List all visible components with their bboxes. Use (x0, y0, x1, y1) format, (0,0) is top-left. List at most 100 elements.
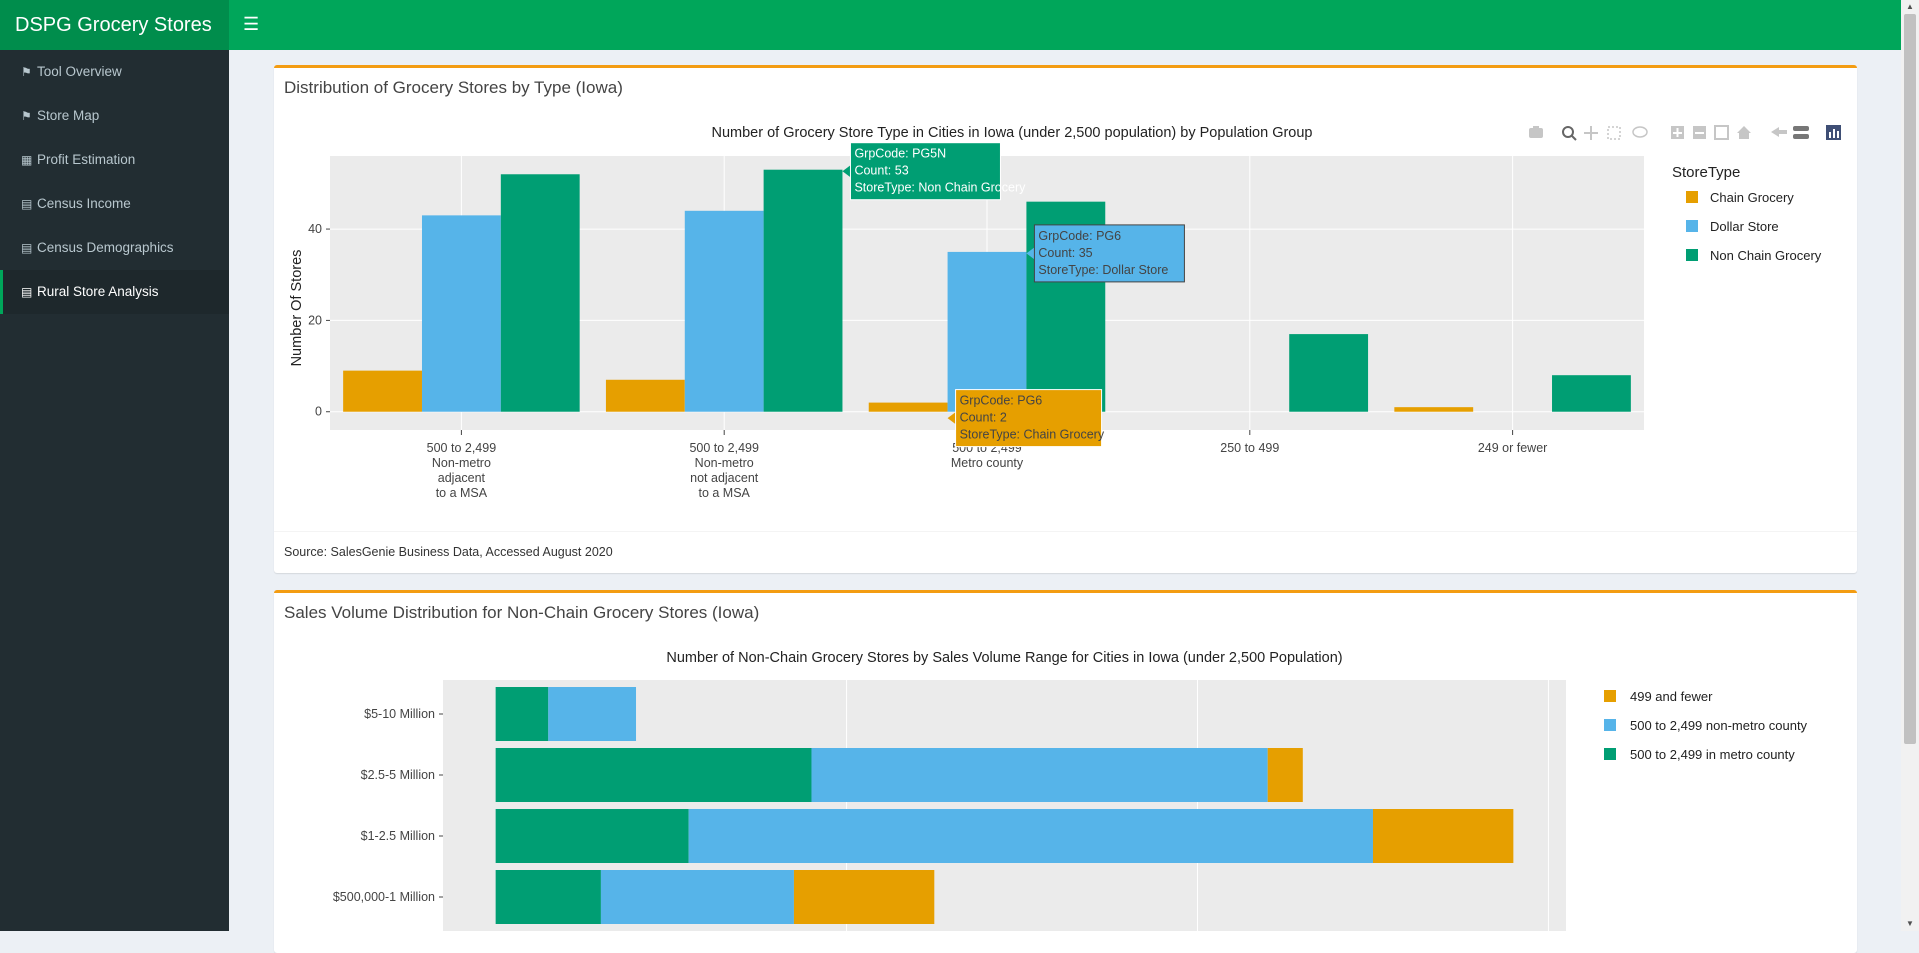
bar (1289, 334, 1369, 412)
sidebar: ⚑ Tool Overview ⚑ Store Map ▦ Profit Estima… (0, 50, 229, 931)
plotly-logo-icon[interactable] (1826, 125, 1841, 140)
tooltip-line: StoreType: Non Chain Grocery (854, 181, 1026, 195)
legend-label: 500 to 2,499 in metro county (1630, 747, 1795, 762)
tooltip-line: GrpCode: PG6 (960, 394, 1043, 408)
sidebar-item-label: Rural Store Analysis (37, 284, 159, 299)
sidebar-toggle-icon[interactable]: ☰ (243, 14, 259, 35)
scroll-down-icon[interactable]: ▼ (1901, 917, 1919, 931)
sidebar-item-label: Census Income (37, 196, 131, 211)
plot-modebar (1529, 125, 1841, 141)
bar (1552, 375, 1631, 412)
sidebar-item-label: Tool Overview (37, 64, 122, 79)
tooltip-line: Count: 53 (854, 164, 908, 178)
box-select-icon[interactable] (1607, 126, 1621, 140)
x-tick-label: Non-metro (695, 456, 754, 470)
bar (763, 169, 843, 412)
bar (548, 687, 637, 741)
x-tick-label: adjacent (438, 471, 486, 485)
sidebar-item-census-income[interactable]: ▤ Census Income (0, 182, 229, 226)
sidebar-item-label: Profit Estimation (37, 152, 136, 167)
bar (495, 687, 549, 741)
legend-label: 499 and fewer (1630, 689, 1713, 704)
pan-icon[interactable] (1584, 126, 1598, 140)
sales-volume-bar-chart[interactable]: Number of Non-Chain Grocery Stores by Sa… (280, 640, 1850, 931)
bar (688, 809, 1373, 863)
y-axis-label: Number Of Stores (289, 250, 305, 367)
legend-label: Non Chain Grocery (1710, 248, 1822, 263)
box-title: Sales Volume Distribution for Non-Chain … (284, 603, 760, 622)
bar (1372, 809, 1514, 863)
bar (495, 748, 812, 802)
bar (495, 870, 601, 924)
map-marked-icon: ⚑ (21, 109, 32, 123)
y-tick-label: $1-2.5 Million (361, 829, 435, 843)
tooltip-line: StoreType: Dollar Store (1038, 263, 1168, 277)
bar (1394, 407, 1474, 412)
x-tick-label: Non-metro (432, 456, 491, 470)
legend-swatch (1604, 690, 1616, 702)
x-tick-label: 500 to 2,499 (427, 441, 497, 455)
sidebar-item-store-map[interactable]: ⚑ Store Map (0, 94, 229, 138)
x-tick-label: 500 to 2,499 (689, 441, 759, 455)
reset-axes-icon[interactable] (1737, 126, 1751, 139)
bar (1267, 748, 1303, 802)
autoscale-icon[interactable] (1714, 125, 1729, 140)
scrollbar-thumb[interactable] (1904, 14, 1916, 744)
lasso-select-icon[interactable] (1632, 126, 1648, 138)
x-tick-label: Metro county (951, 456, 1024, 470)
calculator-icon: ▦ (21, 153, 33, 167)
zoom-icon[interactable] (1562, 126, 1577, 141)
y-tick-label: $500,000-1 Million (333, 890, 435, 904)
page-scrollbar[interactable]: ▲ ▼ (1901, 0, 1919, 931)
legend-swatch (1604, 719, 1616, 731)
zoom-out-icon[interactable] (1693, 126, 1706, 139)
top-navbar: DSPG Grocery Stores ☰ (0, 0, 1901, 50)
compare-hover-icon[interactable] (1793, 126, 1809, 139)
bar (495, 809, 689, 863)
spike-lines-icon[interactable] (1771, 127, 1787, 137)
bar (600, 870, 794, 924)
scroll-up-icon[interactable]: ▲ (1901, 0, 1919, 14)
zoom-in-icon[interactable] (1671, 126, 1684, 139)
y-tick-label: $2.5-5 Million (361, 768, 435, 782)
sidebar-item-census-demographics[interactable]: ▤ Census Demographics (0, 226, 229, 270)
tooltip-line: GrpCode: PG5N (854, 147, 946, 161)
bar (947, 251, 1027, 412)
legend-swatch (1604, 748, 1616, 760)
sidebar-item-label: Census Demographics (37, 240, 174, 255)
camera-icon[interactable] (1529, 126, 1543, 138)
source-note: Source: SalesGenie Business Data, Access… (284, 545, 613, 559)
store-type-bar-chart[interactable]: 02040500 to 2,499Non-metroadjacentto a M… (280, 115, 1850, 515)
sidebar-item-label: Store Map (37, 108, 100, 123)
box-footer: Source: SalesGenie Business Data, Access… (274, 531, 1857, 573)
sidebar-item-tool-overview[interactable]: ⚑ Tool Overview (0, 50, 229, 94)
x-tick-label: 249 or fewer (1478, 441, 1547, 455)
chart-title: Number of Non-Chain Grocery Stores by Sa… (666, 650, 1342, 666)
bar (868, 402, 948, 412)
x-tick-label: 250 to 499 (1220, 441, 1279, 455)
legend-title: StoreType (1672, 164, 1740, 181)
chart-title: Number of Grocery Store Type in Cities i… (711, 125, 1312, 141)
box-title: Distribution of Grocery Stores by Type (… (284, 78, 623, 97)
area-chart-icon: ▤ (21, 241, 33, 255)
tooltip-line: Count: 35 (1038, 246, 1092, 260)
legend-label: 500 to 2,499 non-metro county (1630, 718, 1808, 733)
x-tick-label: not adjacent (690, 471, 759, 485)
y-tick-label: 40 (308, 222, 322, 236)
bar (421, 215, 501, 412)
legend-label: Chain Grocery (1710, 190, 1794, 205)
tooltip-line: StoreType: Chain Grocery (960, 428, 1105, 442)
tooltip-line: Count: 2 (960, 411, 1007, 425)
sidebar-item-rural-store-analysis[interactable]: ▤ Rural Store Analysis (0, 270, 229, 314)
legend-label: Dollar Store (1710, 219, 1779, 234)
hover-tooltip: GrpCode: PG6 Count: 2 StoreType: Chain Gro… (947, 389, 1105, 448)
bar (343, 370, 422, 412)
sidebar-item-profit-estimation[interactable]: ▦ Profit Estimation (0, 138, 229, 182)
area-chart-icon: ▤ (21, 197, 33, 211)
bar (811, 748, 1268, 802)
app-logo-title[interactable]: DSPG Grocery Stores (0, 0, 229, 50)
map-marked-icon: ⚑ (21, 65, 32, 79)
legend-swatch (1686, 249, 1698, 261)
area-chart-icon: ▤ (21, 285, 33, 299)
bar (684, 210, 764, 412)
